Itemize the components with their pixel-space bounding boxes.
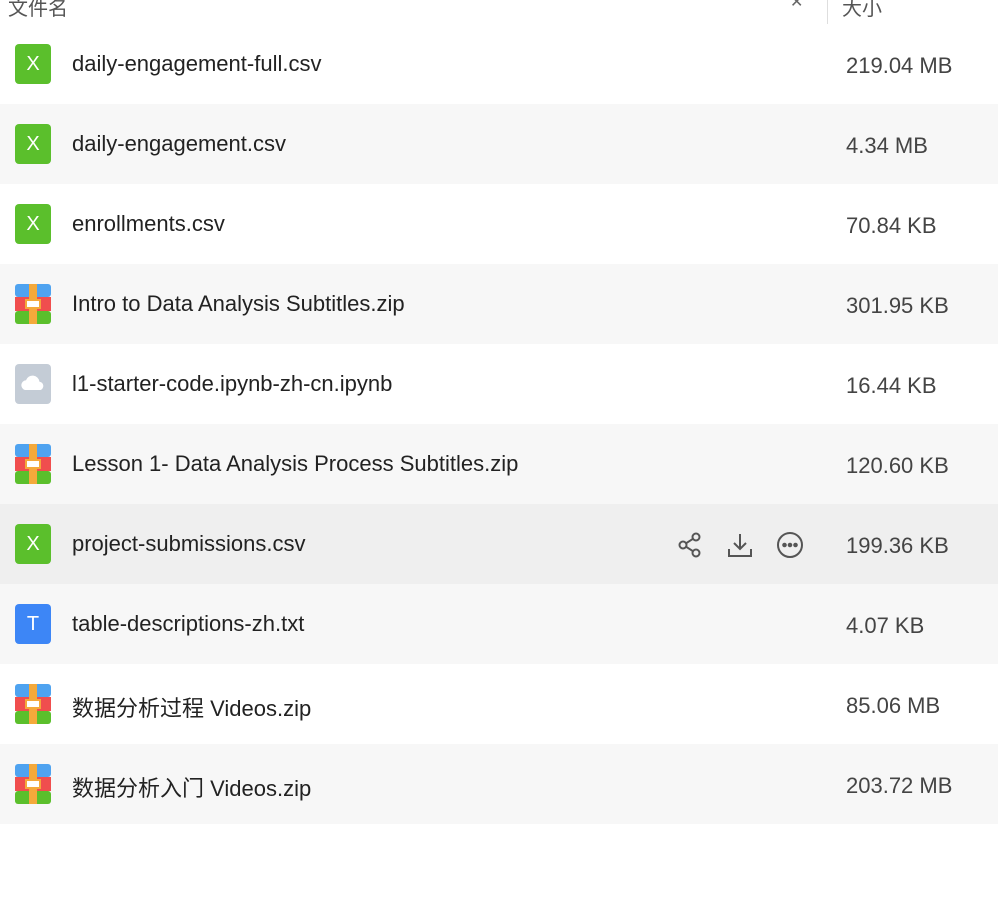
row-actions bbox=[676, 531, 806, 559]
excel-icon: X bbox=[15, 124, 51, 164]
file-name[interactable]: daily-engagement.csv bbox=[72, 131, 286, 157]
excel-icon: X bbox=[15, 204, 51, 244]
file-size: 4.34 MB bbox=[846, 133, 928, 158]
file-size: 199.36 KB bbox=[846, 533, 949, 558]
file-name[interactable]: l1-starter-code.ipynb-zh-cn.ipynb bbox=[72, 371, 392, 397]
file-row[interactable]: 数据分析过程 Videos.zip 85.06 MB bbox=[0, 664, 998, 744]
file-row[interactable]: X daily-engagement-full.csv 219.04 MB bbox=[0, 24, 998, 104]
zip-archive-icon bbox=[15, 684, 51, 724]
file-name[interactable]: project-submissions.csv bbox=[72, 531, 306, 557]
file-size: 70.84 KB bbox=[846, 213, 937, 238]
file-size: 301.95 KB bbox=[846, 293, 949, 318]
sort-icon[interactable]: ✕ bbox=[790, 0, 803, 12]
file-name[interactable]: 数据分析入门 Videos.zip bbox=[72, 771, 311, 803]
file-row[interactable]: Lesson 1- Data Analysis Process Subtitle… bbox=[0, 424, 998, 504]
file-name[interactable]: Intro to Data Analysis Subtitles.zip bbox=[72, 291, 405, 317]
column-divider[interactable] bbox=[827, 0, 828, 24]
file-size: 85.06 MB bbox=[846, 693, 941, 718]
file-size: 120.60 KB bbox=[846, 453, 949, 478]
file-row[interactable]: X daily-engagement.csv 4.34 MB bbox=[0, 104, 998, 184]
share-icon[interactable] bbox=[676, 531, 704, 559]
text-file-icon: T bbox=[15, 604, 51, 644]
file-list-header: 文件名 ✕ 大小 bbox=[0, 0, 998, 24]
file-name[interactable]: Lesson 1- Data Analysis Process Subtitle… bbox=[72, 451, 518, 477]
column-header-size[interactable]: 大小 bbox=[842, 0, 882, 21]
file-size: 219.04 MB bbox=[846, 53, 953, 78]
file-list: X daily-engagement-full.csv 219.04 MB X … bbox=[0, 24, 998, 824]
file-name[interactable]: enrollments.csv bbox=[72, 211, 225, 237]
file-row[interactable]: Intro to Data Analysis Subtitles.zip 301… bbox=[0, 264, 998, 344]
file-name[interactable]: 数据分析过程 Videos.zip bbox=[72, 691, 311, 723]
excel-icon: X bbox=[15, 524, 51, 564]
file-row[interactable]: 数据分析入门 Videos.zip 203.72 MB bbox=[0, 744, 998, 824]
file-size: 16.44 KB bbox=[846, 373, 937, 398]
column-header-name[interactable]: 文件名 bbox=[8, 0, 68, 21]
zip-archive-icon bbox=[15, 764, 51, 804]
file-name[interactable]: daily-engagement-full.csv bbox=[72, 51, 321, 77]
zip-archive-icon bbox=[15, 444, 51, 484]
more-options-icon[interactable] bbox=[776, 531, 804, 559]
file-row[interactable]: X enrollments.csv 70.84 KB bbox=[0, 184, 998, 264]
excel-icon: X bbox=[15, 44, 51, 84]
file-row[interactable]: X project-submissions.csv 199.36 KB bbox=[0, 504, 998, 584]
file-size: 203.72 MB bbox=[846, 773, 953, 798]
file-row[interactable]: T table-descriptions-zh.txt 4.07 KB bbox=[0, 584, 998, 664]
zip-archive-icon bbox=[15, 284, 51, 324]
file-row[interactable]: l1-starter-code.ipynb-zh-cn.ipynb 16.44 … bbox=[0, 344, 998, 424]
cloud-file-icon bbox=[15, 364, 51, 404]
file-name[interactable]: table-descriptions-zh.txt bbox=[72, 611, 304, 637]
download-icon[interactable] bbox=[726, 531, 754, 559]
file-size: 4.07 KB bbox=[846, 613, 925, 638]
